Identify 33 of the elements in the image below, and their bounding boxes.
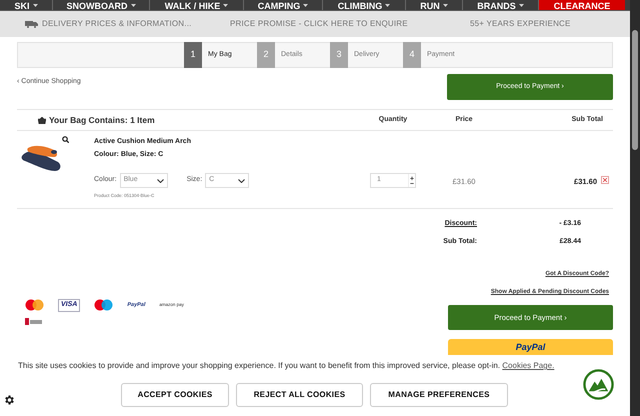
chevron-down-icon xyxy=(156,178,164,182)
settings-icon[interactable] xyxy=(3,394,15,406)
basket-icon xyxy=(38,116,46,124)
info-bar-link[interactable]: DELIVERY PRICES & INFORMATION... xyxy=(42,18,192,30)
step-number: 4 xyxy=(403,42,421,68)
info-bar-link[interactable]: 55+ YEARS EXPERIENCE xyxy=(470,18,571,30)
info-bar-link[interactable]: PRICE PROMISE - CLICK HERE TO ENQUIRE xyxy=(230,18,408,30)
chevron-down-icon xyxy=(238,178,246,182)
cookies-page-link[interactable]: Cookies Page. xyxy=(502,361,554,370)
bag-title: Your Bag Contains: 1 Item xyxy=(49,114,155,126)
mastercard-logo-icon xyxy=(25,299,44,312)
step-number: 3 xyxy=(330,42,348,68)
payment-logo-icon xyxy=(25,318,43,324)
remove-button[interactable] xyxy=(601,176,609,184)
stepper-icon[interactable] xyxy=(408,174,415,187)
caret-icon xyxy=(518,4,524,7)
caret-icon xyxy=(130,4,136,7)
search-icon[interactable] xyxy=(62,136,69,143)
caret-icon xyxy=(442,4,448,7)
cookie-notice-text: This site uses cookies to provide and improve your shopping experience. If you want to benefit from this improved service, please opt-in. xyxy=(18,361,500,370)
step-number: 2 xyxy=(257,42,275,68)
cookie-button[interactable]: REJECT ALL COOKIES xyxy=(236,383,363,407)
caret-icon xyxy=(385,4,390,7)
mountain-logo-icon[interactable] xyxy=(583,369,614,400)
cookie-button[interactable]: MANAGE PREFERENCES xyxy=(370,383,508,407)
caret-icon xyxy=(223,4,228,7)
caret-icon xyxy=(303,4,308,7)
caret-icon xyxy=(32,4,38,7)
cookie-button[interactable]: ACCEPT COOKIES xyxy=(121,383,229,407)
scrollbar[interactable] xyxy=(630,0,640,416)
maestro-logo-icon xyxy=(94,299,114,312)
truck-icon xyxy=(25,20,38,28)
step-number: 1 xyxy=(184,42,202,68)
